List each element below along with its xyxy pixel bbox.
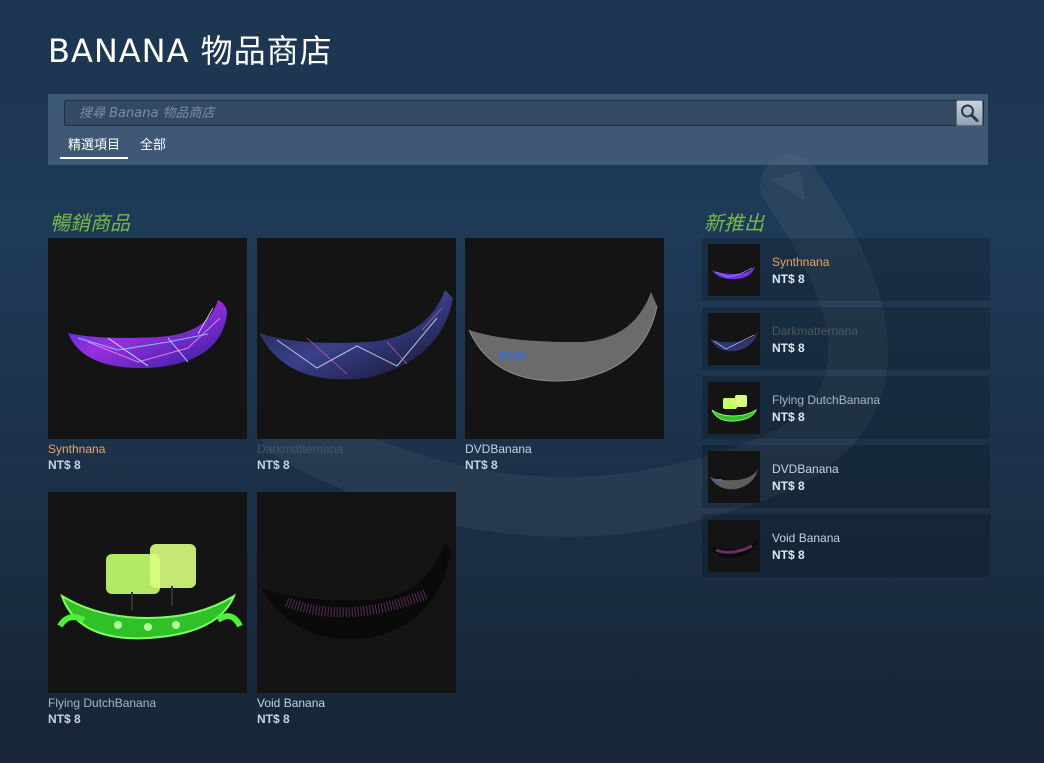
best-seller-card[interactable]: Darkmatternana NT$ 8 (257, 238, 456, 473)
flying-dutch-banana-image (48, 492, 247, 693)
item-price: NT$ 8 (257, 712, 290, 726)
new-release-item[interactable]: Synthnana NT$ 8 (702, 238, 990, 301)
svg-text:DVD: DVD (499, 349, 526, 362)
best-sellers-title: 暢銷商品 (50, 211, 130, 235)
store-tabs: 精選項目 全部 (60, 137, 178, 159)
dvd-banana-thumbnail (708, 451, 760, 503)
item-price: NT$ 8 (772, 341, 805, 355)
item-price: NT$ 8 (772, 272, 805, 286)
item-price: NT$ 8 (48, 712, 81, 726)
best-seller-card[interactable]: Void Banana NT$ 8 (257, 492, 456, 727)
tab-all[interactable]: 全部 (132, 137, 174, 159)
search-box (64, 100, 984, 126)
item-name: DVDBanana (465, 442, 532, 456)
item-name: Darkmatternana (772, 324, 859, 338)
synthnana-banana-image (48, 238, 247, 439)
item-name: Darkmatternana (257, 442, 344, 456)
magnifier-icon (961, 104, 979, 122)
new-releases-title: 新推出 (704, 211, 764, 235)
item-name: Synthnana (772, 255, 830, 269)
item-price: NT$ 8 (48, 458, 81, 472)
item-price: NT$ 8 (465, 458, 498, 472)
item-price: NT$ 8 (772, 410, 805, 424)
page-title: BANANA 物品商店 (48, 32, 333, 70)
darkmatternana-thumbnail (708, 313, 760, 365)
item-price: NT$ 8 (257, 458, 290, 472)
item-price: NT$ 8 (772, 479, 805, 493)
new-release-item[interactable]: Void Banana NT$ 8 (702, 514, 990, 577)
dvd-banana-image: DVD (465, 238, 664, 439)
new-release-item[interactable]: DVDBanana NT$ 8 (702, 445, 990, 508)
search-panel: 精選項目 全部 (48, 94, 988, 165)
new-release-item[interactable]: Darkmatternana NT$ 8 (702, 307, 990, 370)
item-price: NT$ 8 (772, 548, 805, 562)
best-seller-card[interactable]: DVD DVDBanana NT$ 8 (465, 238, 664, 473)
tab-featured[interactable]: 精選項目 (60, 137, 129, 159)
item-name: Void Banana (257, 696, 326, 710)
search-input[interactable] (65, 101, 953, 125)
best-seller-card[interactable]: Flying DutchBanana NT$ 8 (48, 492, 247, 727)
item-name: Synthnana (48, 442, 106, 456)
darkmatternana-banana-image (257, 238, 456, 439)
new-release-item[interactable]: Flying DutchBanana NT$ 8 (702, 376, 990, 439)
void-banana-image (257, 492, 456, 693)
item-name: Flying DutchBanana (48, 696, 157, 710)
synthnana-thumbnail (708, 244, 760, 296)
flying-dutch-banana-thumbnail (708, 382, 760, 434)
item-name: Flying DutchBanana (772, 393, 881, 407)
search-button[interactable] (956, 100, 983, 126)
best-seller-card[interactable]: Synthnana NT$ 8 (48, 238, 247, 473)
item-name: DVDBanana (772, 462, 839, 476)
item-name: Void Banana (772, 531, 841, 545)
void-banana-thumbnail (708, 520, 760, 572)
